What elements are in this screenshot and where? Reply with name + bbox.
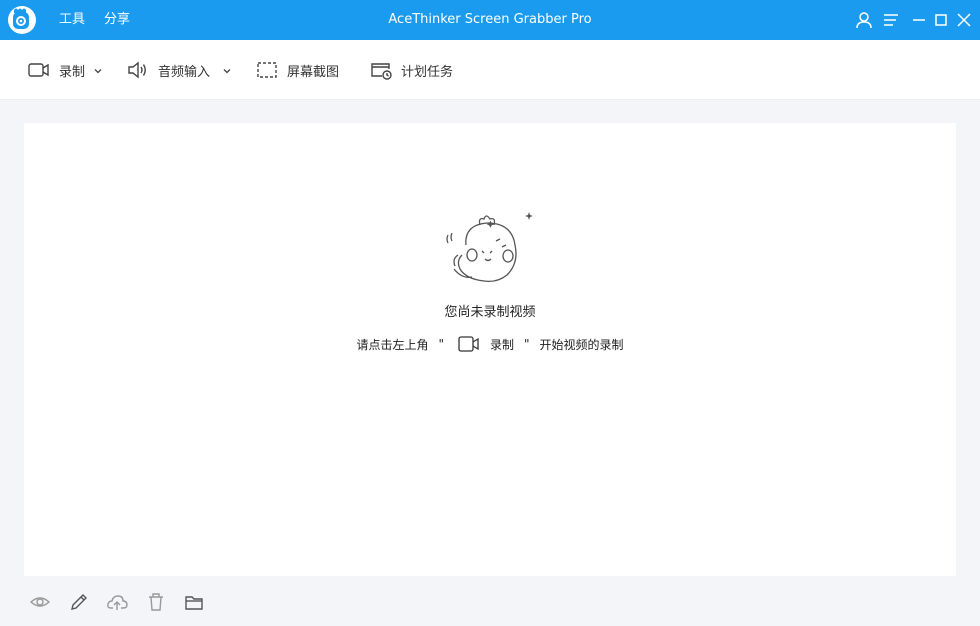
hint-quote-open: " [438,337,444,351]
menu-icon[interactable] [881,10,901,30]
screenshot-button[interactable]: 屏幕截图 [255,58,339,82]
screenshot-selection-icon [255,58,279,82]
close-icon[interactable] [954,10,974,30]
edit-pencil-icon[interactable] [68,591,90,613]
audio-input-label: 音频输入 [158,64,211,80]
speaker-icon [126,58,150,82]
open-folder-icon[interactable] [183,591,205,613]
user-account-icon[interactable] [854,10,874,30]
record-button[interactable]: 录制 [27,58,103,82]
app-title: AceThinker Screen Grabber Pro [388,12,592,27]
schedule-clock-icon [369,58,393,82]
screenshot-label: 屏幕截图 [287,64,340,80]
schedule-task-button[interactable]: 计划任务 [369,58,453,82]
toolbar: 录制 音频输入 屏幕截图 计划任务 [0,40,980,100]
hint-record: 录制 [489,337,514,352]
audio-input-button[interactable]: 音频输入 [126,58,232,82]
hint-quote-close: " [524,337,530,351]
chevron-down-icon[interactable] [222,65,232,75]
empty-mascot-icon [442,211,538,287]
bottom-action-bar [0,586,980,620]
preview-eye-icon[interactable] [29,591,51,613]
schedule-task-label: 计划任务 [401,64,454,80]
video-camera-icon [27,58,51,82]
upload-cloud-icon[interactable] [106,591,128,613]
minimize-icon[interactable] [909,10,929,30]
maximize-icon[interactable] [931,10,951,30]
recordings-panel: 您尚未录制视频 请点击左上角 " 录制 " 开始视频的录制 [24,123,956,576]
chevron-down-icon[interactable] [93,65,103,75]
delete-trash-icon[interactable] [145,591,167,613]
title-bar: 工具 分享 AceThinker Screen Grabber Pro [0,0,980,40]
hint-prefix: 请点击左上角 [356,337,429,352]
empty-state-title: 您尚未录制视频 [444,305,536,320]
video-camera-icon [458,335,480,353]
record-label: 录制 [59,64,86,80]
empty-state-hint: 请点击左上角 " 录制 " 开始视频的录制 [24,335,956,353]
hint-suffix: 开始视频的录制 [539,337,624,352]
